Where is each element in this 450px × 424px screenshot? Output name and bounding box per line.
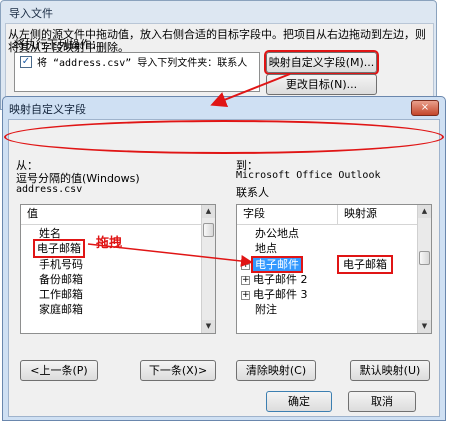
- map-custom-fields-button[interactable]: 映射自定义字段(M)...: [264, 50, 379, 75]
- list-item[interactable]: 姓名: [39, 226, 61, 241]
- actions-list: ✓ 将 “address.csv” 导入下列文件夹：联系人: [14, 52, 260, 92]
- list-item-email[interactable]: 电子邮箱: [33, 239, 85, 258]
- field-label: 电子邮件 3: [253, 288, 308, 301]
- field-item[interactable]: + 电子邮件 3: [241, 287, 308, 302]
- mapped-source-value[interactable]: 电子邮箱: [337, 255, 393, 274]
- list-item[interactable]: 手机号码: [39, 257, 83, 272]
- target-folder: 联系人: [236, 186, 269, 199]
- default-mapping-button[interactable]: 默认映射(U): [350, 360, 430, 381]
- import-action-item[interactable]: 将 “address.csv” 导入下列文件夹：联系人: [37, 54, 247, 69]
- previous-button[interactable]: <上一条(P): [20, 360, 98, 381]
- expand-icon[interactable]: +: [241, 291, 250, 300]
- source-values-list[interactable]: 值 姓名 电子邮箱 手机号码 备份邮箱 工作邮箱 家庭邮箱 ▲ ▼: [20, 204, 216, 334]
- cancel-button[interactable]: 取消: [348, 391, 416, 412]
- right-scrollbar[interactable]: ▲ ▼: [417, 205, 431, 333]
- field-label[interactable]: 电子邮件: [251, 256, 303, 273]
- field-column-header[interactable]: 字段: [237, 205, 337, 225]
- left-scrollbar[interactable]: ▲ ▼: [201, 205, 215, 333]
- scroll-up-icon[interactable]: ▲: [418, 205, 431, 218]
- instruction-text: 从左侧的源文件中拖动值，放入右侧合适的目标字段中。把项目从右边拖动到左边，则将其…: [8, 28, 426, 54]
- field-item-email[interactable]: + 电子邮件: [241, 256, 303, 273]
- ok-button[interactable]: 确定: [266, 391, 332, 412]
- scroll-down-icon[interactable]: ▼: [202, 320, 215, 333]
- change-destination-button[interactable]: 更改目标(N)...: [266, 74, 377, 95]
- source-column-header[interactable]: 映射源: [337, 205, 419, 225]
- expand-icon[interactable]: +: [241, 276, 250, 285]
- import-dialog-title: 导入文件: [9, 7, 53, 20]
- target-fields-list[interactable]: 字段 映射源 办公地点 地点 + 电子邮件 + 电子邮件 2 + 电子邮件 3 附注 …: [236, 204, 432, 334]
- scroll-down-icon[interactable]: ▼: [418, 320, 431, 333]
- field-item[interactable]: 办公地点: [255, 226, 299, 241]
- checkbox-icon[interactable]: ✓: [20, 56, 32, 68]
- list-item[interactable]: 备份邮箱: [39, 272, 83, 287]
- expand-icon[interactable]: +: [241, 261, 250, 270]
- field-item[interactable]: 地点: [255, 241, 277, 256]
- values-column-header[interactable]: 值: [21, 205, 203, 225]
- field-label: 电子邮件 2: [253, 273, 308, 286]
- list-item[interactable]: 工作邮箱: [39, 287, 83, 302]
- scroll-thumb[interactable]: [203, 223, 214, 237]
- scroll-thumb[interactable]: [419, 251, 430, 265]
- next-button[interactable]: 下一条(X)>: [140, 360, 216, 381]
- dialog-title: 映射自定义字段: [9, 103, 86, 116]
- close-icon[interactable]: ×: [411, 100, 439, 116]
- instruction-highlight: [4, 120, 444, 154]
- list-item[interactable]: 家庭邮箱: [39, 302, 83, 317]
- scroll-up-icon[interactable]: ▲: [202, 205, 215, 218]
- field-item[interactable]: 附注: [255, 302, 277, 317]
- clear-mapping-button[interactable]: 清除映射(C): [236, 360, 316, 381]
- source-file: address.csv: [16, 184, 83, 195]
- drag-annotation: 拖拽: [96, 236, 123, 251]
- target-app: Microsoft Office Outlook: [236, 170, 381, 181]
- field-item[interactable]: + 电子邮件 2: [241, 272, 308, 287]
